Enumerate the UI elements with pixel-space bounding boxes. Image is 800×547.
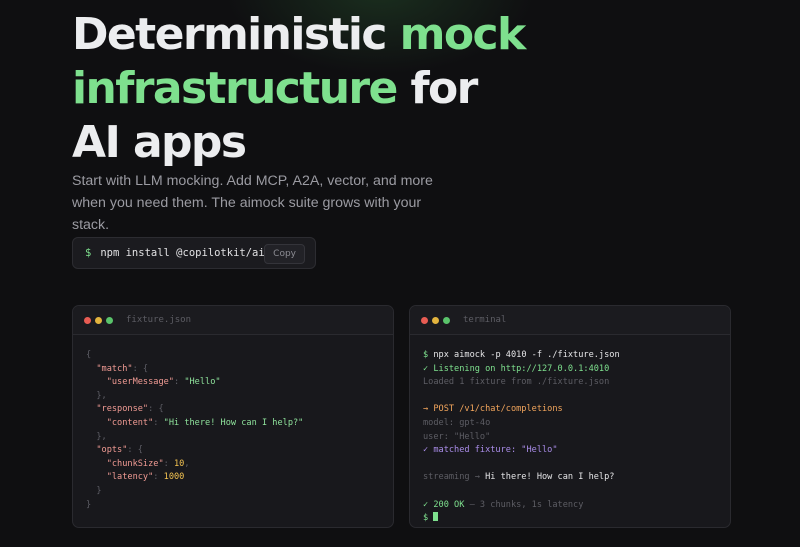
code-token: 10 [173,458,185,469]
window-maximize-dot-icon [443,316,450,324]
code-token: Loaded 1 fixture from ./fixture.json [423,377,610,388]
fixture-panel: fixture.json { "match": { "userMessage":… [72,305,394,528]
code-line: }, [86,390,393,404]
code-token: ✓ matched fixture: "Hello" [423,445,558,456]
terminal-line: user: "Hello" [423,431,730,445]
code-token: user: "Hello" [423,431,491,442]
terminal-line: streaming → Hi there! How can I help? [423,471,730,485]
window-minimize-dot-icon [95,316,102,324]
terminal-line: model: gpt-4o [423,417,730,431]
code-line: } [86,485,393,499]
code-token: : { [132,363,149,374]
copy-button[interactable]: Copy [264,244,305,264]
hero-title-accent-infrastructure: infrastructure [72,63,398,114]
terminal-panel-header: terminal [410,306,730,335]
terminal-line: ✓ Listening on http://127.0.0.1:4010 [423,363,730,377]
code-token: ✓ 200 OK [423,499,465,510]
code-line: "response": { [86,403,393,417]
code-token: "content" [106,417,154,428]
fixture-code-block: { "match": { "userMessage": "Hello" }, "… [73,335,393,512]
code-line: "userMessage": "Hello" [86,376,393,390]
terminal-cursor [433,512,439,522]
code-token: $ [423,350,434,360]
code-token: 1000 [163,472,185,483]
code-token: : [153,472,164,483]
terminal-line: $ npx aimock -p 4010 -f ./fixture.json [423,349,730,363]
code-line: } [86,499,393,513]
terminal-panel: terminal $ npx aimock -p 4010 -f ./fixtu… [409,305,731,528]
terminal-output: $ npx aimock -p 4010 -f ./fixture.json ✓ … [410,335,730,526]
code-token: "userMessage" [106,377,174,388]
code-token: "chunkSize" [106,458,164,469]
install-command-text: npm install @copilotkit/aimock [100,247,290,259]
code-line: }, [86,431,393,445]
window-maximize-dot-icon [106,316,113,324]
terminal-line: → POST /v1/chat/completions [423,403,730,417]
window-close-dot-icon [421,316,428,324]
code-token: { [86,350,92,360]
code-token: model: gpt-4o [423,417,491,428]
hero-title-accent-mock: mock [399,9,527,60]
code-token: — 3 chunks, 1s latency [464,499,584,510]
code-line: { [86,349,393,363]
code-token: "response" [96,404,149,415]
code-token: "opts" [96,445,128,456]
code-token: "match" [96,363,133,374]
code-token: streaming → [423,472,486,483]
code-line: "match": { [86,363,393,377]
prompt-symbol: $ [85,247,92,259]
terminal-line: Loaded 1 fixture from ./fixture.json [423,376,730,390]
terminal-line: ✓ matched fixture: "Hello" [423,444,730,458]
code-token: $ [423,513,434,524]
code-token: : [173,377,185,388]
code-token: }, [86,431,107,442]
code-token: "latency" [106,472,154,483]
window-minimize-dot-icon [432,316,439,324]
window-close-dot-icon [84,316,91,324]
hero-title-part1: Deterministic [72,9,400,60]
code-line: "opts": { [86,444,393,458]
hero-title: Deterministic mock infrastructure for AI … [72,8,532,170]
code-token: : [163,458,174,469]
fixture-panel-title: fixture.json [126,315,192,325]
code-line: "latency": 1000 [86,471,393,485]
code-token: Hi there! How can I help? [485,472,615,483]
code-token: : { [148,404,164,415]
install-command-box: $ npm install @copilotkit/aimock Copy [72,237,316,269]
code-token: }, [86,390,107,401]
code-token: } [86,485,102,496]
hero-subtitle: Start with LLM mocking. Add MCP, A2A, ve… [72,173,433,233]
terminal-line: $ [423,512,730,526]
code-token: "Hello" [184,377,221,388]
terminal-line: ✓ 200 OK — 3 chunks, 1s latency [423,499,730,513]
code-line: "content": "Hi there! How can I help?" [86,417,393,431]
code-token: ✓ Listening on http://127.0.0.1:4010 [423,363,610,374]
code-token: , [184,458,190,469]
fixture-panel-header: fixture.json [73,306,393,335]
code-token: → POST /v1/chat/completions [423,404,563,415]
terminal-panel-title: terminal [463,315,507,325]
code-line: "chunkSize": 10, [86,458,393,472]
code-token: "Hi there! How can I help?" [163,417,304,428]
code-token: npx aimock -p 4010 -f ./fixture.json [433,350,620,360]
code-token: } [86,499,92,510]
code-token: : { [127,445,143,456]
code-token: : [153,417,164,428]
